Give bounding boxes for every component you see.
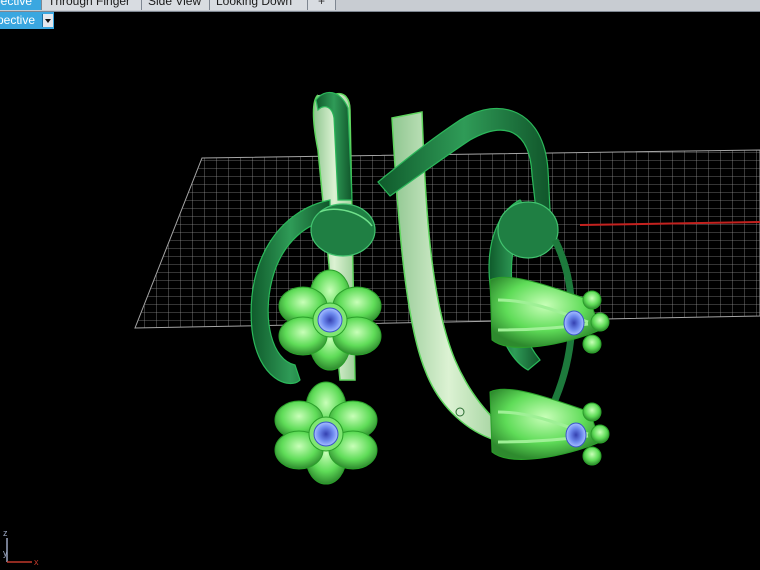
viewport-title: spective [0, 13, 36, 27]
axis-z-label: z [3, 528, 8, 538]
viewport-tab-bar: pective Through Finger Side View Looking… [0, 0, 760, 12]
construction-grid [134, 149, 760, 329]
axis-x-label: x [34, 557, 39, 567]
left-flower-bottom [274, 381, 378, 485]
tab-looking-down[interactable]: Looking Down [210, 0, 308, 10]
axis-indicator-icon: z y x [3, 528, 39, 567]
viewport-title-menu[interactable]: spective [0, 12, 54, 29]
left-earring [250, 91, 382, 485]
viewport-menu-dropdown-icon[interactable] [42, 14, 53, 27]
tab-perspective[interactable]: pective [0, 0, 42, 10]
right-flower-bottom [489, 388, 610, 466]
axis-y-label: y [3, 548, 8, 558]
add-tab-button[interactable]: + [308, 0, 336, 10]
tab-side-view[interactable]: Side View [142, 0, 210, 10]
tab-through-finger[interactable]: Through Finger [42, 0, 142, 10]
perspective-viewport[interactable]: z y x [0, 30, 760, 570]
